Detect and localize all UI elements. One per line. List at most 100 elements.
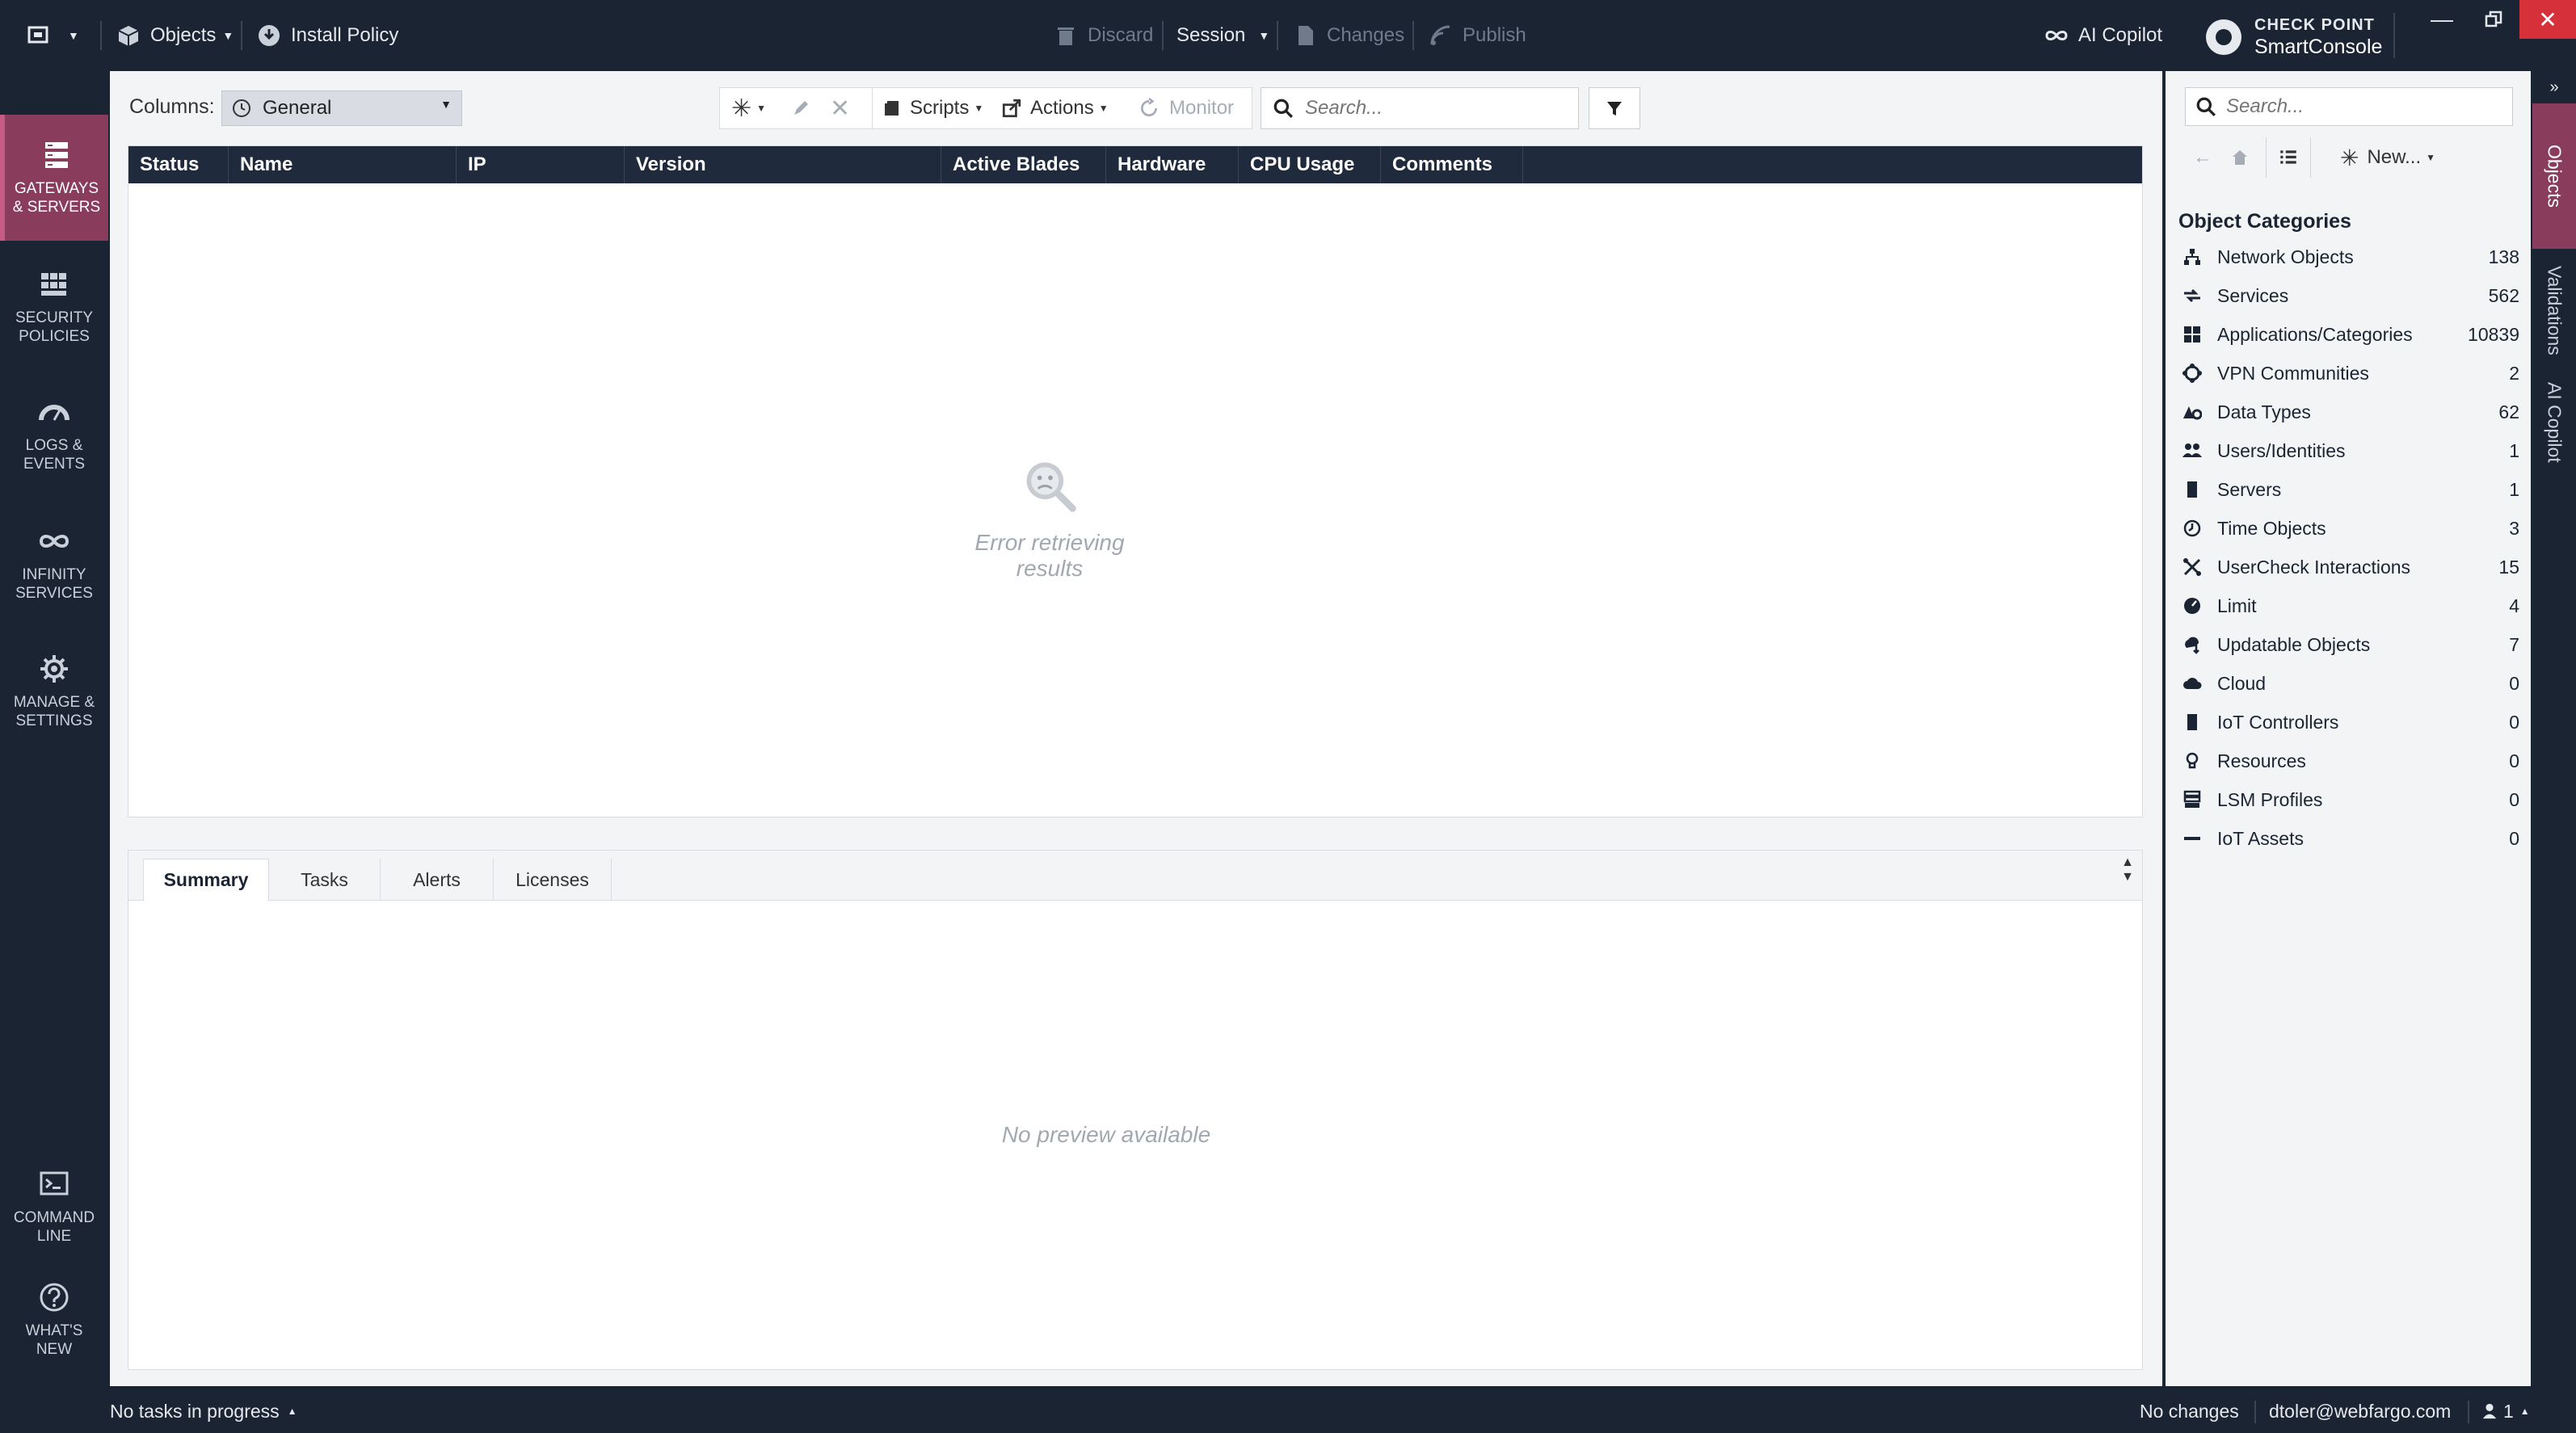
- chevron-down-icon: ▼: [440, 98, 452, 111]
- category-updatable-objects[interactable]: Updatable Objects 7: [2182, 625, 2519, 664]
- vpn-icon: [2182, 363, 2203, 384]
- columns-select[interactable]: General ▼: [221, 90, 462, 126]
- category-network-objects[interactable]: Network Objects 138: [2182, 237, 2519, 276]
- back-button[interactable]: ←: [2185, 137, 2220, 178]
- filter-button[interactable]: [1589, 87, 1640, 129]
- category-servers[interactable]: Servers 1: [2182, 470, 2519, 509]
- publish-button[interactable]: Publish: [1429, 0, 1526, 71]
- divider: [2393, 13, 2395, 58]
- iot-controller-icon: [2182, 712, 2203, 733]
- nav-security-policies[interactable]: SECURITY POLICIES: [0, 244, 108, 370]
- category-resources[interactable]: Resources 0: [2182, 742, 2519, 780]
- server-icon: [2182, 479, 2203, 500]
- column-header-status[interactable]: Status: [128, 146, 229, 183]
- divider: [241, 21, 242, 50]
- category-usercheck-interactions[interactable]: UserCheck Interactions 15: [2182, 548, 2519, 586]
- tab-tasks[interactable]: Tasks: [269, 859, 381, 901]
- nav-whats-new[interactable]: WHAT'S NEW: [0, 1263, 108, 1376]
- nav-infinity-services[interactable]: INFINITY SERVICES: [0, 501, 108, 627]
- side-tab-validations[interactable]: Validations: [2532, 254, 2576, 367]
- details-panel: Summary Tasks Alerts Licenses ▲ ▼ No prev…: [128, 850, 2143, 1370]
- install-policy-button[interactable]: Install Policy: [257, 0, 398, 71]
- close-icon: ✕: [830, 95, 851, 122]
- new-object-button[interactable]: ✳ ▼: [731, 88, 766, 128]
- tab-summary[interactable]: Summary: [143, 859, 269, 901]
- gateways-table: Status Name IP Version Active Blades Har…: [128, 145, 2143, 817]
- category-applications[interactable]: Applications/Categories 10839: [2182, 315, 2519, 354]
- scripts-menu-button[interactable]: Scripts ▼: [872, 88, 983, 128]
- column-header-active-blades[interactable]: Active Blades: [941, 146, 1106, 183]
- ai-copilot-button[interactable]: AI Copilot: [2044, 0, 2162, 71]
- column-header-ip[interactable]: IP: [457, 146, 625, 183]
- close-button[interactable]: ✕: [2519, 0, 2576, 39]
- side-tab-objects[interactable]: Objects: [2532, 103, 2576, 249]
- tasks-status-button[interactable]: No tasks in progress ▲: [110, 1389, 297, 1433]
- nav-command-line[interactable]: COMMAND LINE: [0, 1150, 108, 1263]
- home-button[interactable]: [2222, 137, 2258, 178]
- category-iot-controllers[interactable]: IoT Controllers 0: [2182, 703, 2519, 742]
- export-icon: [1002, 99, 1021, 118]
- category-vpn-communities[interactable]: VPN Communities 2: [2182, 354, 2519, 393]
- category-data-types[interactable]: Data Types 62: [2182, 393, 2519, 431]
- edit-button[interactable]: [791, 88, 810, 128]
- expand-panel-icon[interactable]: »: [2532, 71, 2576, 103]
- arrow-left-icon: ←: [2193, 146, 2212, 168]
- objects-panel: ← ✳ New... ▼ Object Categories Network O…: [2166, 71, 2531, 1386]
- nav-logs-events[interactable]: LOGS & EVENTS: [0, 372, 108, 498]
- left-navigation: GATEWAYS & SERVERS SECURITY POLICIES LOG…: [0, 71, 108, 1389]
- document-icon: [1299, 26, 1313, 45]
- side-tab-ai-copilot[interactable]: AI Copilot: [2532, 370, 2576, 475]
- delete-button[interactable]: ✕: [830, 88, 850, 128]
- gauge-icon: [39, 405, 69, 421]
- category-cloud[interactable]: Cloud 0: [2182, 664, 2519, 703]
- category-iot-assets[interactable]: IoT Assets 0: [2182, 819, 2519, 858]
- category-services[interactable]: Services 562: [2182, 276, 2519, 315]
- nav-manage-settings[interactable]: MANAGE & SETTINGS: [0, 628, 108, 754]
- objects-menu-button[interactable]: Objects ▼: [116, 0, 234, 71]
- category-limit[interactable]: Limit 4: [2182, 586, 2519, 625]
- column-header-hardware[interactable]: Hardware: [1106, 146, 1239, 183]
- check-point-logo-icon: [2206, 19, 2241, 55]
- category-time-objects[interactable]: Time Objects 3: [2182, 509, 2519, 548]
- restore-button[interactable]: [2468, 0, 2519, 39]
- new-object-menu-button[interactable]: ✳ New... ▼: [2327, 137, 2448, 178]
- session-menu-button[interactable]: Session ▼: [1176, 0, 1269, 71]
- column-header-version[interactable]: Version: [625, 146, 941, 183]
- chevron-down-icon: ▼: [222, 29, 234, 42]
- command-line-icon: [40, 1171, 69, 1196]
- brand-logo: CHECK POINT SmartConsole: [2206, 11, 2392, 60]
- divider: [2254, 1401, 2256, 1423]
- actions-menu-button[interactable]: Actions ▼: [1001, 88, 1109, 128]
- nav-gateways-servers[interactable]: GATEWAYS & SERVERS: [0, 115, 108, 241]
- divider: [1412, 21, 1414, 50]
- column-header-cpu-usage[interactable]: CPU Usage: [1239, 146, 1381, 183]
- filter-icon: [1607, 102, 1622, 116]
- list-view-button[interactable]: [2266, 137, 2311, 178]
- new-star-icon: ✳: [2339, 145, 2359, 170]
- table-header: Status Name IP Version Active Blades Har…: [128, 146, 2142, 183]
- list-icon: [2280, 150, 2296, 164]
- divider: [1277, 21, 1278, 50]
- category-users-identities[interactable]: Users/Identities 1: [2182, 431, 2519, 470]
- discard-button[interactable]: Discard: [1054, 0, 1153, 71]
- category-lsm-profiles[interactable]: LSM Profiles 0: [2182, 780, 2519, 819]
- gateways-search-input[interactable]: [1305, 97, 1547, 120]
- users-icon: [2182, 440, 2203, 461]
- status-bar: No tasks in progress ▲ No changes dtoler…: [0, 1389, 2576, 1433]
- monitor-button[interactable]: Monitor: [1139, 88, 1234, 128]
- sessions-button[interactable]: 1 ▲: [2481, 1389, 2530, 1433]
- objects-search-input[interactable]: [2226, 95, 2493, 118]
- chevron-down-icon: ▼: [1258, 29, 1270, 42]
- column-header-name[interactable]: Name: [229, 146, 457, 183]
- app-menu-button[interactable]: ▼: [27, 0, 79, 71]
- tab-alerts[interactable]: Alerts: [381, 859, 494, 901]
- collapse-panel-icon[interactable]: ▲ ▼: [2121, 855, 2134, 885]
- columns-profile-icon: [233, 99, 250, 117]
- column-header-comments[interactable]: Comments: [1381, 146, 1523, 183]
- services-icon: [2182, 285, 2203, 306]
- tab-licenses[interactable]: Licenses: [494, 859, 612, 901]
- search-icon: [2196, 97, 2216, 116]
- object-categories-title: Object Categories: [2178, 210, 2351, 233]
- changes-button[interactable]: Changes: [1293, 0, 1404, 71]
- minimize-button[interactable]: —: [2416, 0, 2468, 39]
